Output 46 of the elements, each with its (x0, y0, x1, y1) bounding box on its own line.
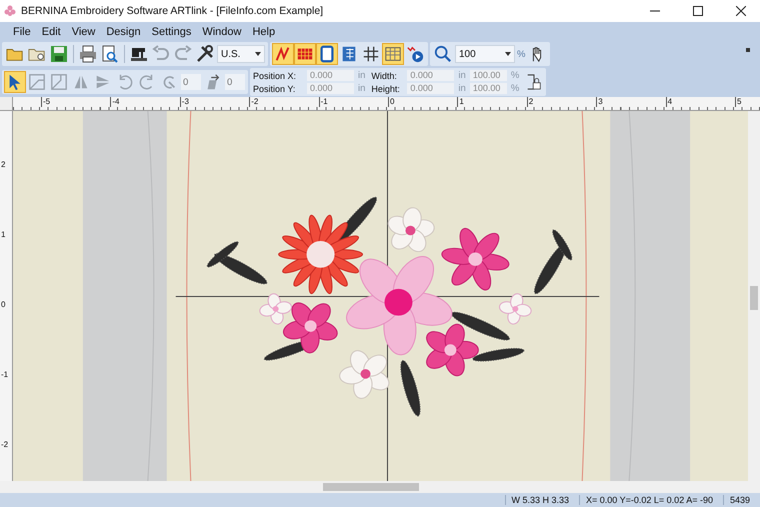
rotation-field[interactable]: 0 (181, 74, 201, 90)
field-label: Position X: (253, 70, 298, 80)
caret-icon (255, 52, 261, 56)
menu-item[interactable]: Edit (36, 24, 66, 38)
field-label: Position Y: (253, 84, 296, 94)
unit-label: % (510, 70, 520, 81)
menu-item[interactable]: Window (197, 24, 246, 38)
vertical-scrollbar[interactable] (748, 111, 760, 481)
caret-icon (505, 52, 511, 56)
grid-icon[interactable] (361, 44, 381, 64)
stitch-count-readout: 5439 (722, 495, 760, 505)
field-label: Height: (371, 84, 401, 94)
unit-label: in (358, 83, 366, 94)
zoom-dropdown[interactable]: 100 (455, 45, 515, 63)
print-preview-icon[interactable] (100, 44, 120, 64)
menu-item[interactable]: View (66, 24, 100, 38)
vertical-ruler: 2 1 0 -1 -2 (0, 111, 13, 481)
menu-item[interactable]: Settings (146, 24, 196, 38)
cursor-position-readout: X= 0.00 Y=-0.02 L= 0.02 A= -90 (579, 495, 723, 505)
menu-item[interactable]: Design (101, 24, 146, 38)
fill-icon[interactable] (295, 44, 315, 64)
unit-label: in (458, 83, 466, 94)
save-icon[interactable] (49, 44, 69, 64)
stitch-player-icon[interactable] (405, 44, 425, 64)
zigzag-icon[interactable] (273, 44, 293, 64)
unit-label: in (358, 70, 366, 81)
printer-icon[interactable] (78, 44, 98, 64)
horizontal-scrollbar[interactable] (0, 481, 760, 493)
units-dropdown[interactable]: U.S. (217, 45, 265, 63)
table-icon[interactable] (383, 44, 403, 64)
window-title: BERNINA Embroidery Software ARTlink - [FileInfo.com Example] (21, 5, 324, 17)
percent-label: % (517, 48, 526, 60)
arrow-pointer-icon[interactable] (5, 72, 25, 92)
flower-logo-icon (4, 5, 16, 17)
field-label: Width: (371, 70, 398, 80)
tools-icon[interactable] (195, 44, 215, 64)
design-size-readout: W 5.33 H 3.33 (504, 495, 580, 505)
unit-label: in (458, 70, 466, 81)
horizontal-ruler: -5 -4 -3 -2 -1 0 1 2 3 4 5 (13, 97, 760, 110)
design-canvas[interactable] (13, 111, 748, 481)
slant-field[interactable]: 0 (225, 74, 245, 90)
hoop-icon[interactable] (317, 44, 337, 64)
menu-item[interactable]: Help (247, 24, 280, 38)
zoom-icon[interactable] (433, 44, 453, 64)
unit-label: % (510, 83, 520, 94)
menu-item[interactable]: File (8, 24, 36, 38)
